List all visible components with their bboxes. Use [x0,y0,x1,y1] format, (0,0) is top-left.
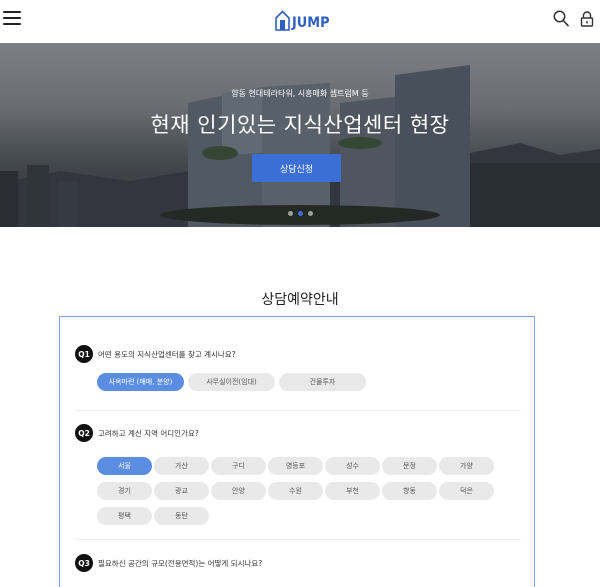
option-pill[interactable]: 건물투자 [279,373,366,391]
option-pill[interactable]: 수원 [268,482,323,500]
section-title: 상담예약안내 [261,292,339,308]
hero-subtitle: 향동 현대테라타워, 시흥매화 셈트럼M 등 [231,89,369,98]
option-pill[interactable]: 사옥마련 (매매, 분양) [97,373,184,391]
question-text: 고려하고 계신 지역 어디인가요? [98,428,199,438]
logo-text: JUMP [292,15,330,31]
option-pill[interactable]: 가양 [439,457,494,475]
slider-dot[interactable] [307,211,313,216]
divider [75,539,521,540]
hamburger-icon[interactable] [3,10,21,26]
site-header: JUMP [0,0,600,43]
question-text: 필요하신 공간의 규모(전용면적)는 어떻게 되시나요? [98,558,263,568]
logo[interactable]: JUMP [275,9,333,31]
option-pill[interactable]: 성수 [325,457,380,475]
question-3: Q3 필요하신 공간의 규모(전용면적)는 어떻게 되시나요? [75,554,521,587]
search-icon[interactable] [553,10,569,27]
slider-dot[interactable] [297,211,303,216]
question-number-badge: Q2 [75,424,93,442]
option-pill[interactable]: 사무실이전(임대) [188,373,275,391]
option-pill[interactable]: 부천 [325,482,380,500]
lock-icon[interactable] [580,11,594,27]
house-logo-icon [275,10,290,31]
option-pill[interactable]: 영등포 [268,457,323,475]
option-pill[interactable]: 광교 [154,482,209,500]
option-pill[interactable]: 동탄 [154,507,209,525]
option-group: 서울 가산 구디 영등포 성수 문정 가양경기 광교 안양 수원 부천 향동 덕은평택 동탄 [97,457,517,525]
option-group: 사옥마련 (매매, 분양) 사무실이전(임대) 건물투자 [97,373,521,391]
question-number-badge: Q1 [75,345,93,363]
option-pill[interactable]: 서울 [97,457,152,475]
option-pill[interactable]: 가산 [154,457,209,475]
option-pill[interactable]: 문정 [382,457,437,475]
consult-request-button[interactable]: 상담신청 [252,154,341,182]
question-1: Q1 어떤 용도의 지식산업센터를 찾고 계시나요? 사옥마련 (매매, 분양)… [75,345,521,391]
slider-pagination [0,211,600,216]
option-pill[interactable]: 구디 [211,457,266,475]
consultation-form-card: Q1 어떤 용도의 지식산업센터를 찾고 계시나요? 사옥마련 (매매, 분양)… [59,316,535,587]
option-pill[interactable]: 향동 [382,482,437,500]
option-pill[interactable]: 안양 [211,482,266,500]
question-number-badge: Q3 [75,554,93,572]
hero-title: 현재 인기있는 지식산업센터 현장 [150,113,450,137]
divider [75,410,521,411]
hero-banner: 향동 현대테라타워, 시흥매화 셈트럼M 등 현재 인기있는 지식산업센터 현장… [0,43,600,227]
option-pill[interactable]: 평택 [97,507,152,525]
question-text: 어떤 용도의 지식산업센터를 찾고 계시나요? [98,349,236,359]
option-pill[interactable]: 덕은 [439,482,494,500]
option-pill[interactable]: 경기 [97,482,152,500]
question-2: Q2 고려하고 계신 지역 어디인가요? 서울 가산 구디 영등포 성수 문정 가양경기 광교… [75,424,521,525]
slider-dot[interactable] [287,211,293,216]
